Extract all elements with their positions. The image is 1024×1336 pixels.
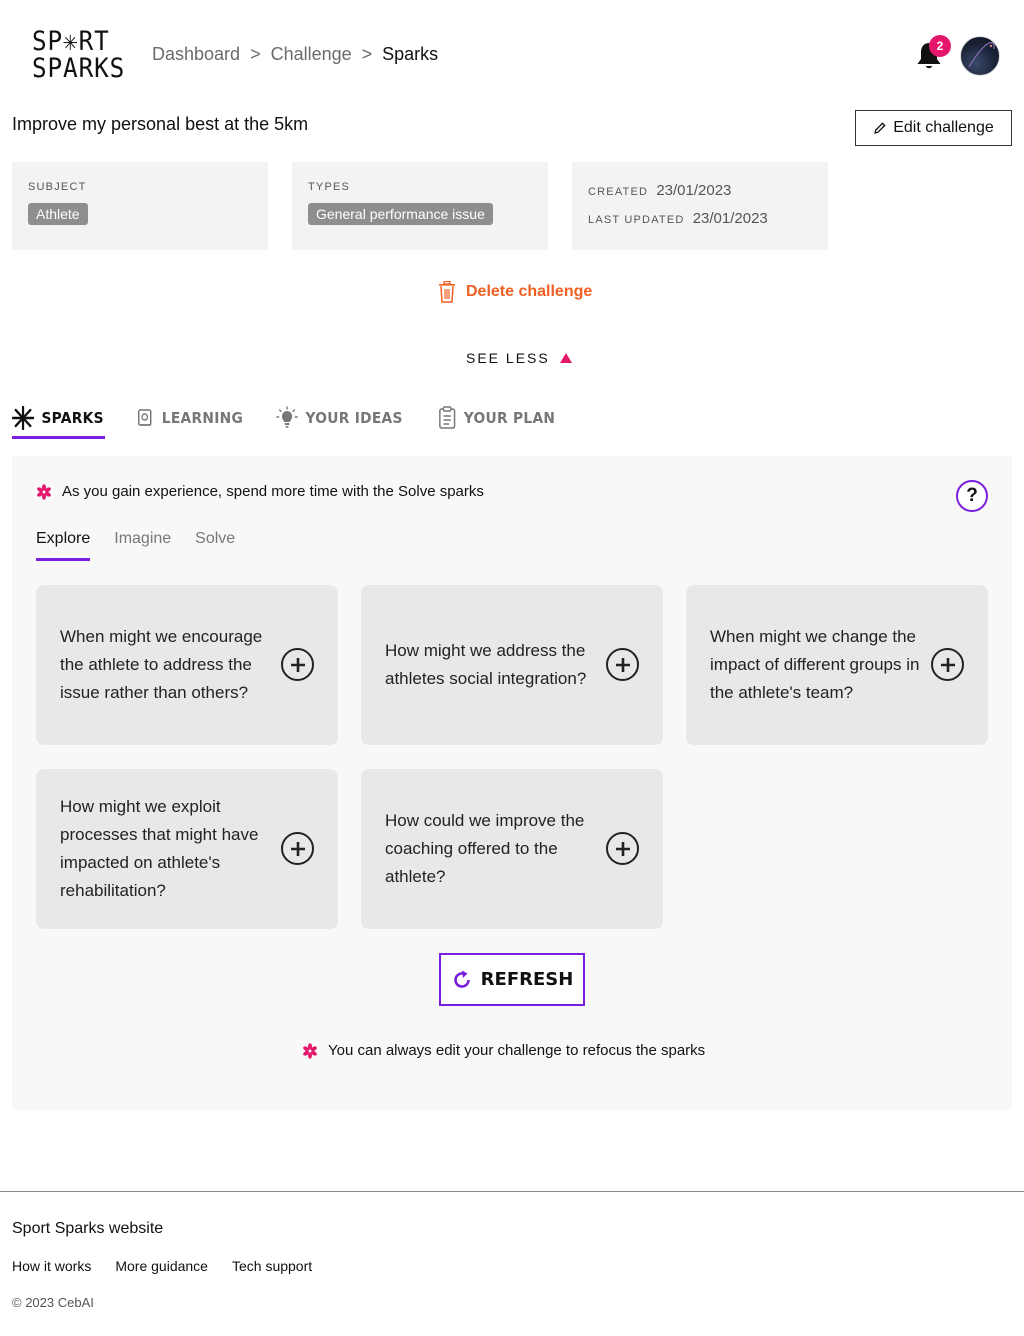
spark-text: How might we address the athletes social… <box>385 641 587 688</box>
subject-pill: Athlete <box>28 203 88 225</box>
experience-tip-text: As you gain experience, spend more time … <box>62 483 484 500</box>
notification-count-badge: 2 <box>929 35 951 57</box>
delete-challenge-label: Delete challenge <box>466 283 593 300</box>
copyright: © 2023 CebAI <box>12 1295 94 1310</box>
updated-label: LAST UPDATED <box>588 214 685 226</box>
updated-value: 23/01/2023 <box>692 210 768 227</box>
types-card: TYPES General performance issue <box>292 162 548 250</box>
types-pill: General performance issue <box>308 203 493 225</box>
plus-icon <box>615 841 630 856</box>
pink-asterisk-icon <box>303 1042 317 1059</box>
sport-sparks-logo[interactable]: SP✳RT SPARKS <box>32 26 126 84</box>
spark-sub-tabs: Explore Imagine Solve <box>36 530 235 561</box>
logo-line-1: SP✳RT <box>32 26 110 57</box>
spark-card: How might we address the athletes social… <box>361 585 663 745</box>
main-tabs: SPARKS LEARNING YOUR IDEAS YOUR PLAN <box>12 400 589 440</box>
sparks-panel: As you gain experience, spend more time … <box>12 456 1012 1110</box>
breadcrumb: Dashboard > Challenge > Sparks <box>152 44 438 65</box>
spark-text: When might we change the impact of diffe… <box>710 627 920 702</box>
triangle-up-icon <box>559 353 572 363</box>
pink-asterisk-icon <box>37 483 51 500</box>
footer-link-how-it-works[interactable]: How it works <box>12 1258 91 1274</box>
user-avatar[interactable] <box>960 36 1000 76</box>
spark-card: When might we encourage the athlete to a… <box>36 585 338 745</box>
footer-links: How it works More guidance Tech support <box>12 1258 312 1274</box>
spark-text: When might we encourage the athlete to a… <box>60 627 263 702</box>
spark-card: How could we improve the coaching offere… <box>361 769 663 929</box>
refocus-tip-text: You can always edit your challenge to re… <box>328 1042 706 1059</box>
plus-icon <box>940 657 955 672</box>
tab-your-plan[interactable]: YOUR PLAN <box>438 400 555 436</box>
active-tab-indicator <box>12 436 105 439</box>
header: SP✳RT SPARKS Dashboard > Challenge > Spa… <box>0 0 1024 110</box>
footer-title: Sport Sparks website <box>12 1220 164 1237</box>
spark-text: How might we exploit processes that migh… <box>60 797 259 900</box>
tab-learning-label: LEARNING <box>161 409 243 427</box>
tab-your-ideas-label: YOUR IDEAS <box>305 409 403 427</box>
spark-text: How could we improve the coaching offere… <box>385 811 585 886</box>
refocus-tip: You can always edit your challenge to re… <box>302 1042 705 1059</box>
see-less-toggle[interactable]: SEE LESS <box>466 350 572 366</box>
sub-tab-imagine[interactable]: Imagine <box>114 530 171 561</box>
clipboard-icon <box>439 406 456 429</box>
pencil-icon <box>874 122 886 134</box>
plus-icon <box>290 841 305 856</box>
subject-card: SUBJECT Athlete <box>12 162 268 250</box>
refresh-icon <box>453 970 470 988</box>
sub-tab-explore[interactable]: Explore <box>36 530 91 561</box>
plus-icon <box>615 657 630 672</box>
footer-link-more-guidance[interactable]: More guidance <box>115 1258 208 1274</box>
breadcrumb-challenge[interactable]: Challenge <box>271 44 352 65</box>
sub-tab-solve[interactable]: Solve <box>195 530 235 561</box>
tab-sparks[interactable]: SPARKS <box>12 400 104 436</box>
add-spark-button[interactable] <box>606 832 639 865</box>
created-value: 23/01/2023 <box>656 182 732 199</box>
breadcrumb-separator: > <box>361 44 373 64</box>
tab-learning[interactable]: LEARNING <box>136 400 243 436</box>
plus-icon <box>290 657 305 672</box>
see-less-label: SEE LESS <box>466 350 550 366</box>
challenge-title: Improve my personal best at the 5km <box>12 114 309 134</box>
breadcrumb-separator: > <box>250 44 261 64</box>
delete-challenge-button[interactable]: Delete challenge <box>438 281 592 303</box>
created-date: CREATED 23/01/2023 <box>588 182 731 199</box>
add-spark-button[interactable] <box>931 648 964 681</box>
add-spark-button[interactable] <box>281 832 314 865</box>
breadcrumb-current: Sparks <box>382 44 439 64</box>
refresh-button[interactable]: REFRESH <box>439 953 585 1006</box>
add-spark-button[interactable] <box>606 648 639 681</box>
refresh-label: REFRESH <box>480 969 574 990</box>
experience-tip: As you gain experience, spend more time … <box>36 483 484 500</box>
tab-sparks-label: SPARKS <box>41 409 104 427</box>
tab-your-ideas[interactable]: YOUR IDEAS <box>276 400 403 436</box>
types-label: TYPES <box>308 181 351 193</box>
tab-your-plan-label: YOUR PLAN <box>463 409 556 427</box>
dates-card: CREATED 23/01/2023 LAST UPDATED 23/01/20… <box>572 162 828 250</box>
book-icon <box>137 409 152 426</box>
logo-line-2: SPARKS <box>32 53 126 84</box>
edit-challenge-button[interactable]: Edit challenge <box>855 110 1012 146</box>
edit-challenge-label: Edit challenge <box>893 119 994 136</box>
subject-label: SUBJECT <box>28 181 87 193</box>
lightbulb-icon <box>276 406 298 428</box>
breadcrumb-dashboard[interactable]: Dashboard <box>152 44 240 65</box>
footer-link-tech-support[interactable]: Tech support <box>232 1258 312 1274</box>
add-spark-button[interactable] <box>281 648 314 681</box>
spark-card: When might we change the impact of diffe… <box>686 585 988 745</box>
spark-card: How might we exploit processes that migh… <box>36 769 338 929</box>
help-button[interactable]: ? <box>956 480 988 512</box>
footer-divider <box>0 1191 1024 1192</box>
updated-date: LAST UPDATED 23/01/2023 <box>588 210 768 227</box>
created-label: CREATED <box>588 186 649 198</box>
asterisk-icon <box>12 406 35 430</box>
trash-icon <box>439 281 455 303</box>
